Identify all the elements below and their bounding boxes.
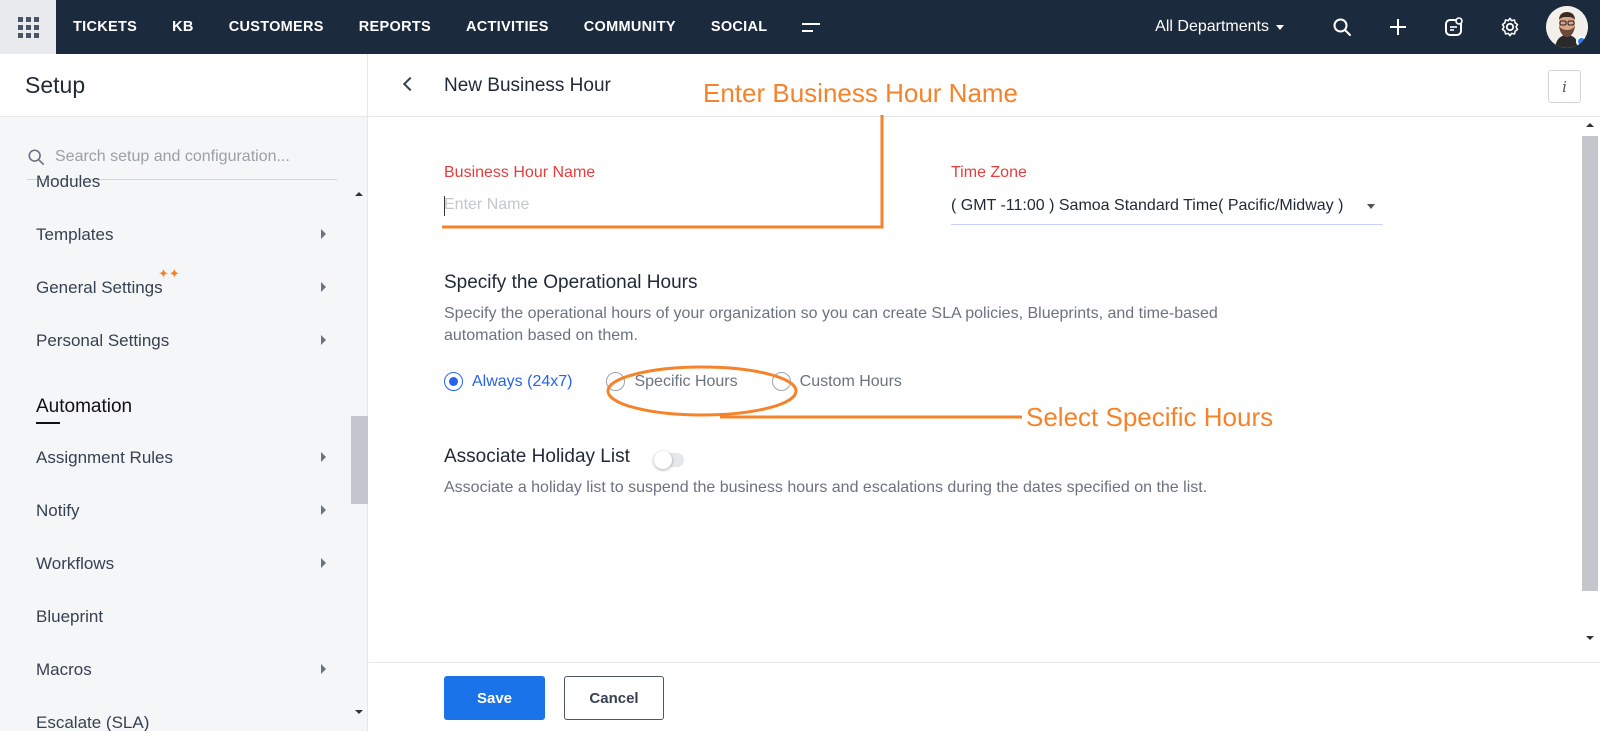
nav-kb[interactable]: KB xyxy=(172,19,194,35)
annotation-enter-name: Enter Business Hour Name xyxy=(703,78,1019,108)
radio-always-label: Always (24x7) xyxy=(472,372,573,390)
radio-custom-hours[interactable]: Custom Hours xyxy=(771,372,902,391)
radio-empty-icon xyxy=(771,372,791,391)
nav-customers[interactable]: CUSTOMERS xyxy=(229,19,324,35)
apps-grid-icon xyxy=(17,16,39,38)
sparkle-icon: ✦✦ xyxy=(158,266,180,281)
time-zone-select[interactable]: ( GMT -11:00 ) Samoa Standard Time( Paci… xyxy=(951,187,1383,225)
sidebar-item-personal-settings[interactable]: Personal Settings xyxy=(36,331,169,351)
chevron-right-icon xyxy=(321,558,326,568)
chevron-right-icon xyxy=(321,335,326,345)
sidebar-item-notify[interactable]: Notify xyxy=(36,501,79,521)
radio-always[interactable]: Always (24x7) xyxy=(444,372,572,391)
department-label: All Departments xyxy=(1155,18,1269,35)
cancel-button[interactable]: Cancel xyxy=(564,676,664,720)
holiday-list-toggle[interactable] xyxy=(654,451,684,469)
top-right-tools: All Departments xyxy=(1155,0,1600,54)
sidebar-item-macros[interactable]: Macros xyxy=(36,660,92,680)
scroll-down-icon xyxy=(355,710,363,714)
main-nav: TICKETS KB CUSTOMERS REPORTS ACTIVITIES … xyxy=(73,0,821,54)
holiday-list-desc: Associate a holiday list to suspend the … xyxy=(444,479,1208,496)
nav-social[interactable]: SOCIAL xyxy=(711,19,768,35)
top-navigation-bar: TICKETS KB CUSTOMERS REPORTS ACTIVITIES … xyxy=(0,0,1600,54)
sidebar-item-assignment-rules[interactable]: Assignment Rules xyxy=(36,448,173,468)
radio-specific-hours[interactable]: Specific Hours xyxy=(606,372,738,391)
search-icon xyxy=(28,149,45,166)
compose-button[interactable] xyxy=(1426,17,1482,37)
section-underline xyxy=(36,422,60,424)
search-icon xyxy=(1333,18,1351,36)
chevron-right-icon xyxy=(321,505,326,515)
department-selector[interactable]: All Departments xyxy=(1155,18,1284,36)
avatar[interactable] xyxy=(1546,6,1588,48)
radio-selected-icon xyxy=(444,372,463,391)
back-arrow-icon[interactable] xyxy=(402,76,418,92)
chevron-down-icon xyxy=(1276,24,1284,30)
page-title: New Business Hour xyxy=(444,75,611,96)
sidebar-item-workflows[interactable]: Workflows xyxy=(36,554,114,574)
add-button[interactable] xyxy=(1370,18,1426,36)
setup-sidebar: Setup Modules Templates General Settings… xyxy=(0,54,368,731)
info-button[interactable]: i xyxy=(1548,70,1581,103)
scroll-up-icon xyxy=(355,192,363,196)
chevron-right-icon xyxy=(321,282,326,292)
chevron-down-icon xyxy=(1367,204,1375,209)
settings-button[interactable] xyxy=(1482,16,1538,38)
search-button[interactable] xyxy=(1314,17,1370,37)
nav-tickets[interactable]: TICKETS xyxy=(73,19,137,35)
nav-activities[interactable]: ACTIVITIES xyxy=(466,19,549,35)
sidebar-item-escalate-sla[interactable]: Escalate (SLA) xyxy=(36,713,149,731)
scroll-down-icon xyxy=(1586,636,1594,640)
nav-reports[interactable]: REPORTS xyxy=(359,19,431,35)
sidebar-menu-list: Modules Templates General Settings ✦✦ Pe… xyxy=(0,174,350,731)
operational-hours-desc-line2: automation based on them. xyxy=(444,327,638,344)
sidebar-item-blueprint[interactable]: Blueprint xyxy=(36,607,103,627)
annotation-select-specific: Select Specific Hours xyxy=(1026,402,1274,432)
sidebar-item-templates[interactable]: Templates xyxy=(36,225,113,245)
apps-grid-button[interactable] xyxy=(0,0,56,54)
time-zone-label: Time Zone xyxy=(951,164,1027,181)
sidebar-title: Setup xyxy=(0,54,367,117)
sidebar-section-automation: Automation xyxy=(36,396,133,417)
more-menu-icon[interactable] xyxy=(802,22,821,32)
radio-specific-hours-label: Specific Hours xyxy=(634,372,738,390)
business-hour-name-label: Business Hour Name xyxy=(444,164,596,181)
save-button[interactable]: Save xyxy=(444,676,545,720)
chevron-right-icon xyxy=(321,664,326,674)
business-hour-name-input[interactable] xyxy=(444,188,869,222)
scroll-up-icon xyxy=(1586,123,1594,127)
chevron-right-icon xyxy=(321,452,326,462)
search-setup-input[interactable] xyxy=(55,148,325,166)
nav-community[interactable]: COMMUNITY xyxy=(584,19,676,35)
business-hour-form-panel: New Business Hour i Business Hour Name T… xyxy=(369,54,1600,731)
sidebar-scroll-thumb[interactable] xyxy=(351,416,368,504)
chevron-right-icon xyxy=(321,229,326,239)
plus-icon xyxy=(1390,19,1406,35)
holiday-list-heading: Associate Holiday List xyxy=(444,446,630,467)
sidebar-item-modules[interactable]: Modules xyxy=(36,174,100,192)
online-status-dot xyxy=(1576,36,1587,47)
sidebar-item-general-settings[interactable]: General Settings xyxy=(36,278,163,298)
text-cursor xyxy=(444,196,445,216)
radio-empty-icon xyxy=(606,372,626,391)
operational-hours-desc-line1: Specify the operational hours of your or… xyxy=(444,305,1218,322)
compose-icon xyxy=(1445,17,1463,36)
form-footer: Save Cancel xyxy=(369,662,1600,731)
radio-custom-hours-label: Custom Hours xyxy=(799,372,902,390)
operational-hours-options: Always (24x7) Specific Hours Custom Hour… xyxy=(444,372,936,391)
main-scroll-thumb[interactable] xyxy=(1582,136,1598,591)
time-zone-value: ( GMT -11:00 ) Samoa Standard Time( Paci… xyxy=(951,196,1344,214)
gear-icon xyxy=(1501,17,1519,37)
operational-hours-heading: Specify the Operational Hours xyxy=(444,272,698,293)
